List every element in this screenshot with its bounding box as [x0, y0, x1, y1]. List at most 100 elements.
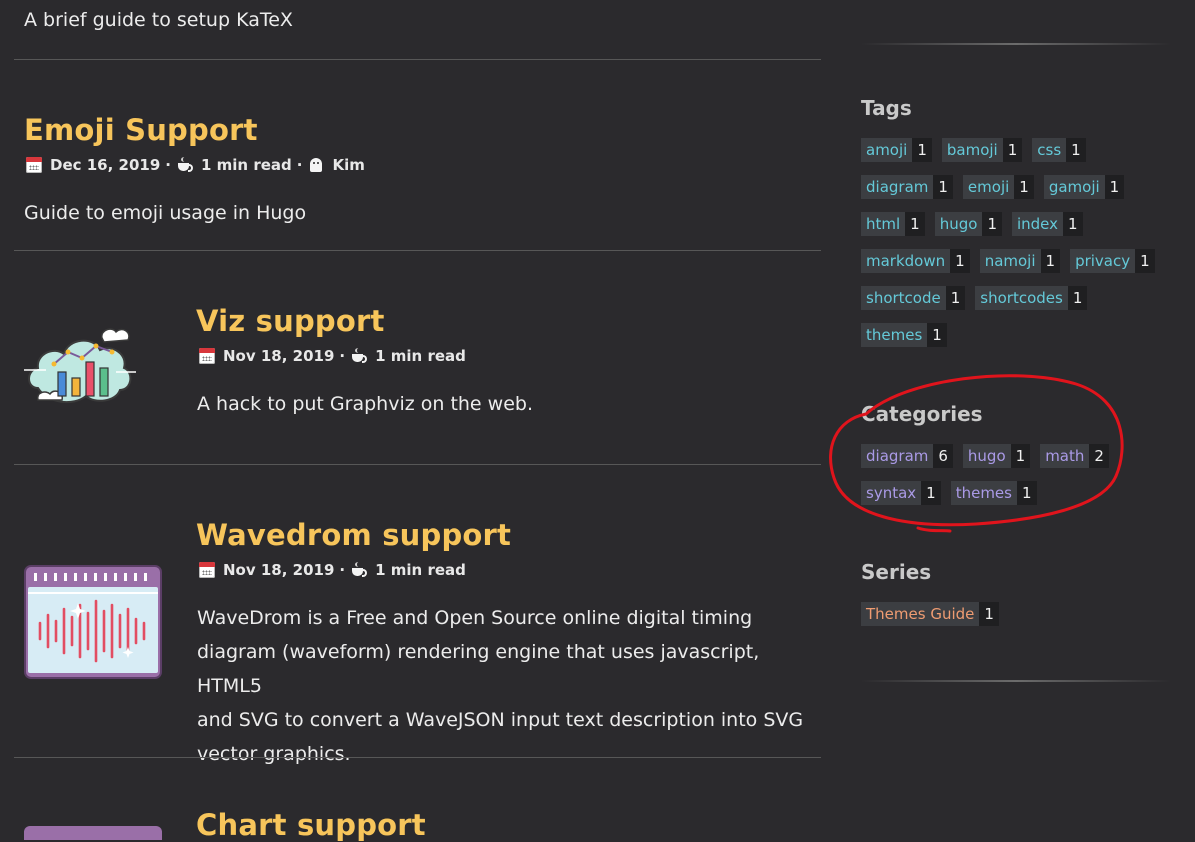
category-link[interactable]: diagram 6 — [861, 444, 953, 468]
post-summary: Guide to emoji usage in Hugo — [24, 202, 307, 224]
category-count: 1 — [921, 481, 941, 505]
tag-count: 1 — [1067, 286, 1088, 310]
summary-line: and SVG to convert a WaveJSON input text… — [197, 709, 804, 731]
tag-row: html 1 hugo 1 index 1 — [861, 212, 1093, 236]
post-summary: WaveDrom is a Free and Open Source onlin… — [197, 601, 817, 771]
tag-name: amoji — [861, 138, 913, 162]
tag-name: bamoji — [941, 138, 1003, 162]
read-time: 1 min read — [375, 561, 466, 579]
post-title[interactable]: Wavedrom support — [196, 518, 511, 552]
category-row: diagram 6 hugo 1 math 2 — [861, 444, 1119, 468]
category-link[interactable]: hugo 1 — [962, 444, 1031, 468]
series-name: Themes Guide — [861, 602, 980, 626]
tag-link[interactable]: hugo 1 — [934, 212, 1002, 236]
tag-link[interactable]: css 1 — [1032, 138, 1086, 162]
coffee-icon — [351, 562, 368, 578]
tag-row: themes 1 — [861, 323, 957, 347]
meta-separator: · — [339, 561, 346, 579]
post-meta: Dec 16, 2019 · 1 min read · Kim — [26, 156, 365, 174]
divider — [14, 464, 821, 465]
meta-separator: · — [165, 156, 171, 174]
tag-count: 1 — [912, 138, 932, 162]
tag-link[interactable]: bamoji 1 — [941, 138, 1023, 162]
tag-count: 1 — [950, 249, 970, 273]
read-time: 1 min read — [200, 156, 292, 174]
cloud-chart-image[interactable] — [24, 318, 136, 410]
category-link[interactable]: math 2 — [1040, 444, 1109, 468]
tag-row: amoji 1 bamoji 1 css 1 — [861, 138, 1096, 162]
category-link[interactable]: themes 1 — [950, 481, 1037, 505]
coffee-icon — [177, 157, 193, 173]
calendar-icon — [199, 562, 215, 578]
category-name: diagram — [861, 444, 934, 468]
tag-count: 1 — [905, 212, 925, 236]
tag-row: diagram 1 emoji 1 gamoji 1 — [861, 175, 1134, 199]
tag-name: privacy — [1070, 249, 1136, 273]
tag-count: 1 — [1014, 175, 1034, 199]
tag-row: markdown 1 namoji 1 privacy 1 — [861, 249, 1165, 273]
post-meta: Nov 18, 2019 · 1 min read — [199, 561, 466, 579]
tag-link[interactable]: diagram 1 — [861, 175, 953, 199]
category-count: 2 — [1089, 444, 1109, 468]
tag-count: 1 — [982, 212, 1002, 236]
chart-thumbnail-image[interactable] — [24, 826, 162, 840]
tag-name: diagram — [861, 175, 934, 199]
post-date: Dec 16, 2019 — [50, 156, 161, 174]
tag-count: 1 — [1135, 249, 1155, 273]
summary-line: vector graphics. — [197, 743, 351, 765]
tag-name: html — [861, 212, 906, 236]
tag-name: hugo — [934, 212, 983, 236]
post-meta: Nov 18, 2019 · 1 min read — [199, 347, 466, 365]
meta-separator: · — [339, 347, 346, 365]
tag-count: 1 — [1104, 175, 1125, 199]
tag-count: 1 — [1002, 138, 1023, 162]
calendar-icon — [199, 348, 215, 364]
tag-count: 1 — [945, 286, 966, 310]
series-heading: Series — [861, 560, 932, 584]
category-name: themes — [950, 481, 1017, 505]
meta-separator: · — [296, 156, 303, 174]
post-summary: A brief guide to setup KaTeX — [24, 9, 293, 31]
category-count: 1 — [1010, 444, 1031, 468]
tag-count: 1 — [933, 175, 953, 199]
tag-link[interactable]: html 1 — [861, 212, 925, 236]
tag-link[interactable]: themes 1 — [861, 323, 947, 347]
post-title[interactable]: Emoji Support — [24, 113, 258, 147]
category-name: syntax — [861, 481, 922, 505]
post-date: Nov 18, 2019 — [223, 347, 335, 365]
waveform-image[interactable] — [24, 565, 162, 679]
series-link[interactable]: Themes Guide 1 — [861, 602, 999, 626]
tag-count: 1 — [1040, 249, 1061, 273]
tag-link[interactable]: index 1 — [1011, 212, 1083, 236]
series-count: 1 — [979, 602, 999, 626]
tag-link[interactable]: privacy 1 — [1070, 249, 1155, 273]
tag-link[interactable]: namoji 1 — [979, 249, 1061, 273]
tag-name: gamoji — [1043, 175, 1105, 199]
category-count: 1 — [1016, 481, 1037, 505]
tag-name: namoji — [979, 249, 1041, 273]
sidebar-divider — [861, 43, 1171, 45]
tag-link[interactable]: shortcode 1 — [861, 286, 966, 310]
post-title[interactable]: Viz support — [196, 304, 385, 338]
tag-row: shortcode 1 shortcodes 1 — [861, 286, 1097, 310]
tag-name: shortcodes — [975, 286, 1068, 310]
tag-name: emoji — [962, 175, 1015, 199]
calendar-icon — [26, 157, 42, 173]
category-count: 6 — [933, 444, 953, 468]
tag-count: 1 — [1063, 212, 1083, 236]
post-author[interactable]: Kim — [332, 156, 364, 174]
tag-link[interactable]: markdown 1 — [861, 249, 970, 273]
tag-link[interactable]: shortcodes 1 — [975, 286, 1088, 310]
category-row: syntax 1 themes 1 — [861, 481, 1047, 505]
post-title[interactable]: Chart support — [196, 808, 426, 842]
tag-link[interactable]: gamoji 1 — [1043, 175, 1125, 199]
tag-link[interactable]: amoji 1 — [861, 138, 932, 162]
category-link[interactable]: syntax 1 — [861, 481, 941, 505]
summary-line: diagram (waveform) rendering engine that… — [197, 641, 760, 697]
tag-link[interactable]: emoji 1 — [962, 175, 1034, 199]
coffee-icon — [351, 348, 368, 364]
category-name: math — [1040, 444, 1090, 468]
ghost-icon — [308, 157, 324, 173]
tag-name: css — [1032, 138, 1067, 162]
tag-name: index — [1011, 212, 1064, 236]
